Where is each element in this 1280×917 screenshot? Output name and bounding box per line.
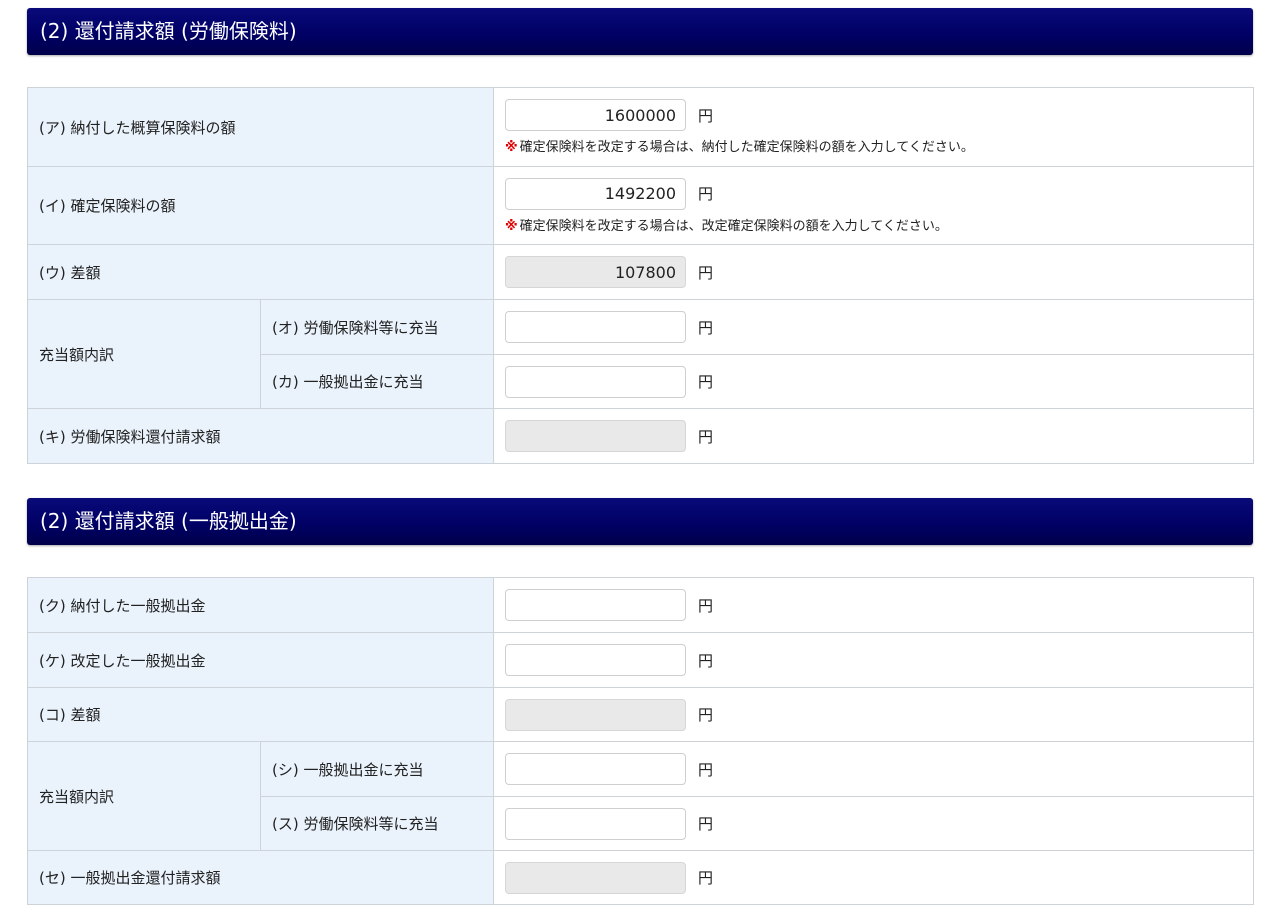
unit-label: 円 xyxy=(698,263,714,282)
unit-label: 円 xyxy=(698,760,714,779)
unit-label: 円 xyxy=(698,651,714,670)
note-text: ※ 確定保険料を改定する場合は、納付した確定保険料の額を入力してください。 xyxy=(505,136,1253,155)
row-a: (ア) 納付した概算保険料の額 円 ※確定保険料を改定する場合は、納付した確定保… xyxy=(26,87,1255,167)
general-contribution-refund-table: (ク) 納付した一般拠出金 円 (ケ) 改定した一般拠出金 円 (コ) 差額 円… xyxy=(26,577,1255,905)
row-label: (カ) 一般拠出金に充当 xyxy=(259,354,495,409)
difference-readonly-field xyxy=(505,698,687,731)
row-label: (ス) 労働保険料等に充当 xyxy=(259,796,495,851)
group-label: 充当額内訳 xyxy=(27,741,261,851)
unit-label: 円 xyxy=(698,706,714,724)
note-content: 確定保険料を改定する場合は、改定確定保険料の額を入力してください。 xyxy=(519,218,948,234)
note-content: 確定保険料を改定する場合は、納付した確定保険料の額を入力してください。 xyxy=(519,140,974,155)
row-label: (ケ) 改定した一般拠出金 xyxy=(26,632,495,688)
row-i: (イ) 確定保険料の額 円 ※確定保険料を改定する場合は、改定確定保険料の額を入… xyxy=(26,166,1255,245)
unit-label: 円 xyxy=(698,373,714,391)
note-mark: ※ xyxy=(505,218,518,234)
allocate-general-contribution-input[interactable] xyxy=(505,365,687,398)
row-u: (ウ) 差額 円 xyxy=(26,244,1255,300)
section-header-general-contribution: (2) 還付請求額 (一般拠出金) xyxy=(27,498,1253,545)
row-label: (コ) 差額 xyxy=(26,687,495,742)
row-ko: (コ) 差額 円 xyxy=(26,687,1255,742)
labor-insurance-refund-table: (ア) 納付した概算保険料の額 円 ※確定保険料を改定する場合は、納付した確定保… xyxy=(26,87,1255,464)
paid-general-contribution-input[interactable] xyxy=(505,589,687,621)
row-label: (ク) 納付した一般拠出金 xyxy=(26,577,495,633)
unit-label: 円 xyxy=(698,596,714,615)
general-contribution-refund-readonly-field xyxy=(505,861,687,894)
allocate-labor-insurance-input[interactable] xyxy=(505,807,687,840)
note-text: ※ 確定保険料を改定する場合は、改定確定保険料の額を入力してください。 xyxy=(505,215,1253,234)
note-mark: ※ xyxy=(505,140,518,155)
unit-label: 円 xyxy=(698,106,714,125)
revised-general-contribution-input[interactable] xyxy=(505,644,687,676)
allocate-general-contribution-input[interactable] xyxy=(505,753,687,785)
row-label: (ア) 納付した概算保険料の額 xyxy=(26,87,495,167)
section-title: (2) 還付請求額 (一般拠出金) xyxy=(40,509,297,533)
unit-label: 円 xyxy=(698,185,714,203)
row-shi: 充当額内訳 (シ) 一般拠出金に充当 円 xyxy=(27,741,1255,851)
confirmed-premium-input[interactable] xyxy=(505,177,687,210)
row-label: (ウ) 差額 xyxy=(26,244,495,300)
allocate-labor-insurance-input[interactable] xyxy=(505,311,687,343)
row-label: (イ) 確定保険料の額 xyxy=(26,166,495,245)
unit-label: 円 xyxy=(698,318,714,337)
row-se: (セ) 一般拠出金還付請求額 円 xyxy=(26,850,1255,905)
unit-label: 円 xyxy=(698,815,714,833)
row-o: 充当額内訳 (オ) 労働保険料等に充当 円 xyxy=(27,299,1255,409)
section-header-labor-insurance: (2) 還付請求額 (労働保険料) xyxy=(27,8,1253,55)
unit-label: 円 xyxy=(698,427,714,446)
row-label: (オ) 労働保険料等に充当 xyxy=(259,299,495,355)
row-ke: (ケ) 改定した一般拠出金 円 xyxy=(26,632,1255,688)
row-ki: (キ) 労働保険料還付請求額 円 xyxy=(26,408,1255,464)
group-label: 充当額内訳 xyxy=(27,299,261,409)
unit-label: 円 xyxy=(698,869,714,887)
row-ku: (ク) 納付した一般拠出金 円 xyxy=(26,577,1255,633)
paid-estimated-premium-input[interactable] xyxy=(505,99,687,131)
difference-readonly-field xyxy=(505,256,687,288)
labor-insurance-refund-readonly-field xyxy=(505,420,687,452)
row-label: (セ) 一般拠出金還付請求額 xyxy=(26,850,495,905)
row-label: (シ) 一般拠出金に充当 xyxy=(259,741,495,797)
row-label: (キ) 労働保険料還付請求額 xyxy=(26,408,495,464)
section-title: (2) 還付請求額 (労働保険料) xyxy=(40,19,297,43)
